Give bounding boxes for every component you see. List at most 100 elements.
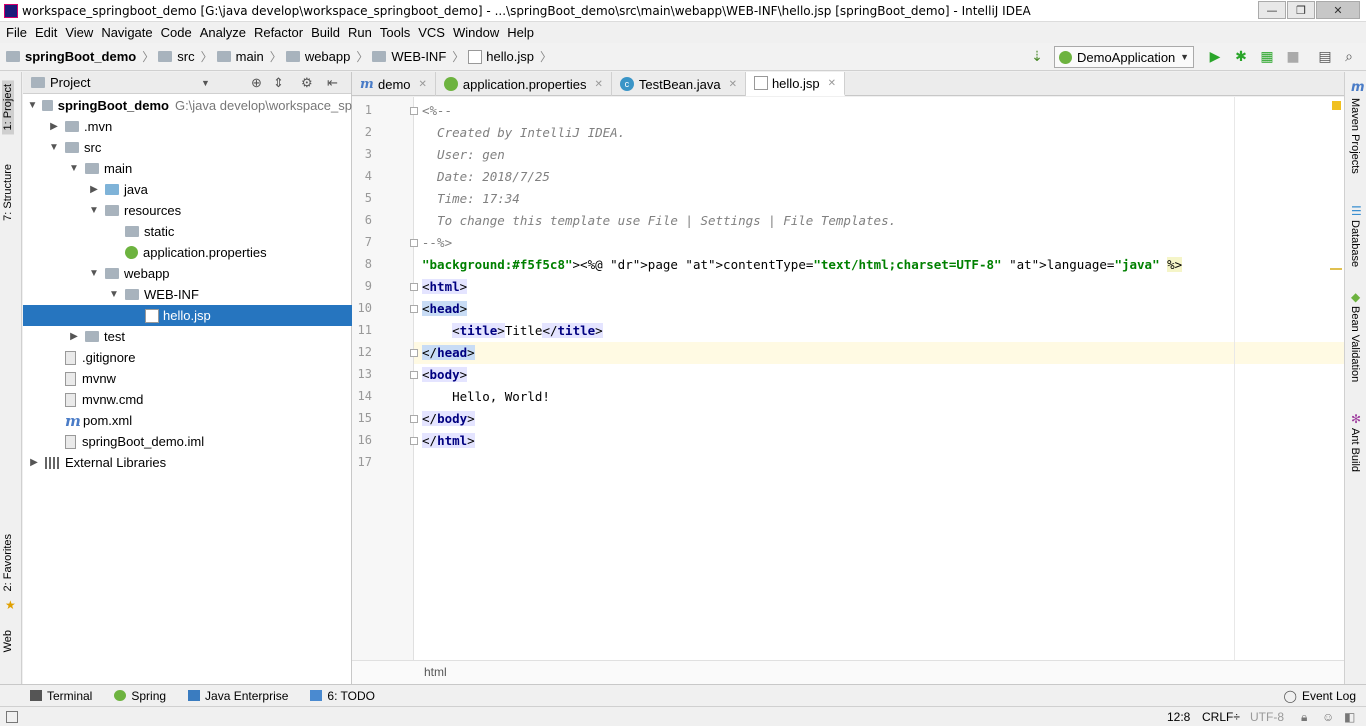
line-separator[interactable]: CRLF÷ (1202, 710, 1240, 724)
chevron-right-icon[interactable]: ▶ (27, 457, 41, 468)
chevron-right-icon[interactable]: ▶ (87, 184, 101, 195)
menu-view[interactable]: View (61, 25, 97, 40)
restore-button[interactable]: ❐ (1287, 1, 1315, 19)
inspector-icon[interactable]: ☺ (1322, 710, 1334, 724)
close-button[interactable]: ✕ (1316, 1, 1360, 19)
breadcrumb-web-inf[interactable]: WEB-INF 〉 (372, 48, 464, 65)
chevron-right-icon[interactable]: ▶ (67, 331, 81, 342)
menu-analyze[interactable]: Analyze (196, 25, 250, 40)
settings-gear-icon[interactable]: ⚙ (301, 75, 313, 91)
close-tab-icon[interactable]: ✕ (729, 79, 737, 90)
breadcrumb-project[interactable]: springBoot_demo 〉 (6, 48, 154, 65)
fold-marker-icon[interactable] (410, 415, 418, 423)
fold-marker-icon[interactable] (410, 283, 418, 291)
tree-row-src[interactable]: ▼ src (23, 137, 352, 158)
project-structure-icon[interactable]: ▤ (1316, 48, 1334, 66)
minimize-button[interactable]: — (1258, 1, 1286, 19)
view-dropdown-chevron-icon[interactable]: ▼ (201, 78, 210, 88)
tool-tab-event-log[interactable]: ◯ Event Log (1284, 689, 1356, 703)
breadcrumb-src[interactable]: src 〉 (158, 48, 213, 65)
tree-row-mvn[interactable]: ▶ .mvn (23, 116, 352, 137)
chevron-down-icon[interactable]: ▼ (107, 289, 121, 300)
toggle-tool-windows-icon[interactable] (6, 711, 18, 723)
chevron-down-icon[interactable]: ▼ (47, 142, 61, 153)
tool-tab-maven-projects[interactable]: Maven Projects (1349, 98, 1361, 174)
vcs-update-icon[interactable]: ⇣ (1028, 48, 1046, 66)
close-tab-icon[interactable]: ✕ (828, 78, 836, 89)
tree-row-webapp[interactable]: ▼ webapp (23, 263, 352, 284)
tree-row-external-libraries[interactable]: ▶ External Libraries (23, 452, 352, 473)
fold-marker-icon[interactable] (410, 349, 418, 357)
tool-tab-spring[interactable]: Spring (114, 689, 166, 703)
tree-row-hello-jsp[interactable]: hello.jsp (23, 305, 352, 326)
notifications-icon[interactable]: ◧ (1344, 710, 1355, 724)
tool-tab-web[interactable]: Web (2, 630, 14, 652)
tool-tab-project[interactable]: 1: Project (2, 80, 14, 135)
hide-panel-icon[interactable]: ⇤ (327, 75, 338, 91)
collapse-all-icon[interactable]: ⇕ (273, 75, 284, 91)
menu-build[interactable]: Build (307, 25, 344, 40)
chevron-right-icon[interactable]: ▶ (47, 121, 61, 132)
menu-run[interactable]: Run (344, 25, 376, 40)
menu-vcs[interactable]: VCS (414, 25, 449, 40)
menu-code[interactable]: Code (157, 25, 196, 40)
menu-file[interactable]: File (2, 25, 31, 40)
tree-row-static[interactable]: static (23, 221, 352, 242)
tree-row-mvnw-cmd[interactable]: mvnw.cmd (23, 389, 352, 410)
chevron-down-icon[interactable]: ▼ (67, 163, 81, 174)
fold-marker-icon[interactable] (410, 107, 418, 115)
editor-tab-demo[interactable]: m demo ✕ (352, 72, 436, 96)
tree-row-gitignore[interactable]: .gitignore (23, 347, 352, 368)
tree-row-test[interactable]: ▶ test (23, 326, 352, 347)
close-tab-icon[interactable]: ✕ (419, 79, 427, 90)
tree-row-pom-xml[interactable]: m pom.xml (23, 410, 352, 431)
menu-refactor[interactable]: Refactor (250, 25, 307, 40)
tool-tab-database[interactable]: Database (1349, 220, 1361, 267)
chevron-down-icon[interactable]: ▼ (87, 205, 101, 216)
tree-row-main[interactable]: ▼ main (23, 158, 352, 179)
menu-edit[interactable]: Edit (31, 25, 61, 40)
tool-tab-todo[interactable]: 6: TODO (310, 689, 375, 703)
tool-tab-terminal[interactable]: Terminal (30, 689, 92, 703)
menu-window[interactable]: Window (449, 25, 503, 40)
close-tab-icon[interactable]: ✕ (595, 79, 603, 90)
tool-tab-favorites[interactable]: 2: Favorites (2, 534, 14, 591)
tree-row-web-inf[interactable]: ▼ WEB-INF (23, 284, 352, 305)
breadcrumb-main[interactable]: main 〉 (216, 48, 282, 65)
stop-icon[interactable]: ■ (1284, 48, 1302, 66)
code-editor[interactable]: 1 2 3 4 5 6 7 8 9 10 11 12 13 14 15 16 17 <%-- Created b… (352, 97, 1344, 660)
editor-tab-application-properties[interactable]: application.properties ✕ (436, 72, 612, 96)
tree-row-resources[interactable]: ▼ resources (23, 200, 352, 221)
chevron-down-icon[interactable]: ▼ (27, 100, 38, 111)
tree-row-java[interactable]: ▶ java (23, 179, 352, 200)
tool-tab-bean-validation[interactable]: Bean Validation (1349, 306, 1361, 382)
tree-row-mvnw[interactable]: mvnw (23, 368, 352, 389)
file-encoding[interactable]: UTF-8 (1250, 710, 1284, 724)
tool-tab-java-enterprise[interactable]: Java Enterprise (188, 689, 288, 703)
fold-marker-icon[interactable] (410, 305, 418, 313)
run-icon[interactable]: ▶ (1206, 48, 1224, 66)
tree-row-application-properties[interactable]: application.properties (23, 242, 352, 263)
tree-row-springboot-demo[interactable]: ▼ springBoot_demo G:\java develop\workspac… (23, 95, 352, 116)
fold-marker-icon[interactable] (410, 437, 418, 445)
menu-tools[interactable]: Tools (376, 25, 414, 40)
caret-position[interactable]: 12:8 (1167, 710, 1190, 724)
editor-tab-testbean-java[interactable]: c TestBean.java ✕ (612, 72, 746, 96)
editor-tab-hello-jsp[interactable]: hello.jsp ✕ (745, 72, 846, 96)
scroll-from-source-icon[interactable]: ⊕ (251, 75, 262, 91)
breadcrumb-hello-jsp[interactable]: hello.jsp 〉 (468, 48, 552, 65)
breadcrumb-webapp[interactable]: webapp 〉 (285, 48, 368, 65)
tool-tab-structure[interactable]: 7: Structure (2, 164, 14, 221)
search-everywhere-icon[interactable]: ⌕ (1340, 48, 1358, 66)
coverage-icon[interactable]: ▦ (1258, 48, 1276, 66)
menu-help[interactable]: Help (503, 25, 538, 40)
menu-navigate[interactable]: Navigate (97, 25, 156, 40)
fold-marker-icon[interactable] (410, 239, 418, 247)
debug-icon[interactable]: ✱ (1232, 48, 1250, 66)
lock-icon[interactable]: 🔒︎ (1301, 710, 1307, 725)
fold-marker-icon[interactable] (410, 371, 418, 379)
tree-row-springboot-demo-iml[interactable]: springBoot_demo.iml (23, 431, 352, 452)
run-configuration-select[interactable]: DemoApplication ▼ (1054, 46, 1194, 68)
chevron-down-icon[interactable]: ▼ (87, 268, 101, 279)
tool-tab-ant-build[interactable]: Ant Build (1349, 428, 1361, 472)
